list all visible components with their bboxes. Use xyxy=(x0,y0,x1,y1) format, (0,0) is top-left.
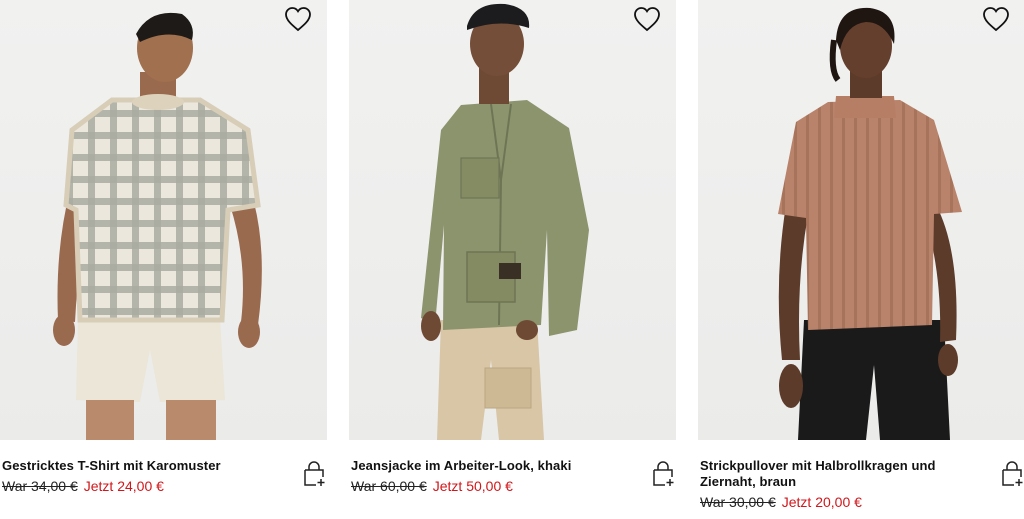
product-title[interactable]: Gestricktes T-Shirt mit Karomuster xyxy=(2,458,292,474)
price-row: War 34,00 € Jetzt 24,00 € xyxy=(2,477,292,495)
price-row: War 60,00 € Jetzt 50,00 € xyxy=(351,477,641,495)
product-info: Jeansjacke im Arbeiter-Look, khaki War 6… xyxy=(351,458,641,495)
bag-plus-icon xyxy=(653,461,674,486)
product-image[interactable] xyxy=(349,0,676,440)
original-price: War 30,00 € xyxy=(700,494,776,510)
product-title[interactable]: Jeansjacke im Arbeiter-Look, khaki xyxy=(351,458,641,474)
product-card[interactable]: Strickpullover mit Halbrollkragen und Zi… xyxy=(698,0,1024,519)
original-price: War 34,00 € xyxy=(2,478,78,494)
product-card[interactable]: Gestricktes T-Shirt mit Karomuster War 3… xyxy=(0,0,327,519)
product-image[interactable] xyxy=(698,0,1024,440)
favorite-button[interactable] xyxy=(982,6,1014,38)
product-image[interactable] xyxy=(0,0,327,440)
sale-price: Jetzt 24,00 € xyxy=(83,478,164,494)
price-row: War 30,00 € Jetzt 20,00 € xyxy=(700,493,980,511)
heart-outline-icon xyxy=(634,7,660,32)
product-grid: Gestricktes T-Shirt mit Karomuster War 3… xyxy=(0,0,1024,519)
sale-price: Jetzt 20,00 € xyxy=(781,494,862,510)
heart-outline-icon xyxy=(285,7,311,32)
product-card[interactable]: Jeansjacke im Arbeiter-Look, khaki War 6… xyxy=(349,0,676,519)
heart-outline-icon xyxy=(983,7,1009,32)
product-info: Gestricktes T-Shirt mit Karomuster War 3… xyxy=(2,458,292,495)
add-to-bag-button[interactable] xyxy=(650,460,676,488)
add-to-bag-button[interactable] xyxy=(999,460,1024,488)
original-price: War 60,00 € xyxy=(351,478,427,494)
add-to-bag-button[interactable] xyxy=(301,460,327,488)
favorite-button[interactable] xyxy=(633,6,665,38)
sale-price: Jetzt 50,00 € xyxy=(432,478,513,494)
favorite-button[interactable] xyxy=(284,6,316,38)
bag-plus-icon xyxy=(1002,461,1023,486)
product-info: Strickpullover mit Halbrollkragen und Zi… xyxy=(700,458,980,511)
product-title[interactable]: Strickpullover mit Halbrollkragen und Zi… xyxy=(700,458,980,490)
bag-plus-icon xyxy=(304,461,325,486)
